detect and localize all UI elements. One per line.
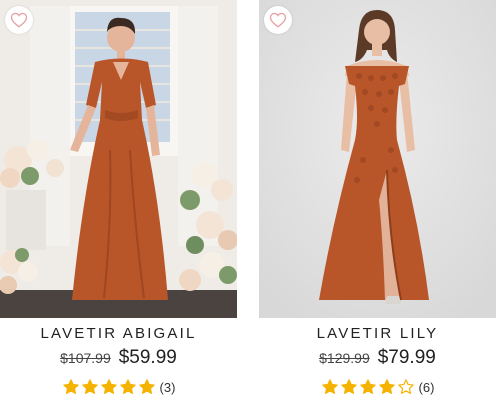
price-block: $107.99 $59.99 [0, 347, 237, 369]
star-rating[interactable]: (6) [259, 378, 496, 396]
favorite-button[interactable] [264, 6, 292, 34]
original-price: $129.99 [319, 350, 370, 366]
heart-outline-icon [269, 12, 287, 28]
product-name[interactable]: LAVETIR ABIGAIL [0, 325, 237, 342]
star-filled-icon [119, 378, 137, 396]
star-filled-icon [81, 378, 99, 396]
star-filled-icon [138, 378, 156, 396]
star-rating[interactable]: (3) [0, 378, 237, 396]
product-image-lily[interactable] [259, 0, 496, 318]
star-filled-icon [100, 378, 118, 396]
product-grid: LAVETIR ABIGAIL $107.99 $59.99 (3) LAVET… [0, 0, 498, 407]
review-count[interactable]: (6) [419, 380, 435, 395]
star-filled-icon [359, 378, 377, 396]
product-card-lily[interactable]: LAVETIR LILY $129.99 $79.99 (6) [259, 0, 496, 407]
review-count[interactable]: (3) [160, 380, 176, 395]
heart-outline-icon [10, 12, 28, 28]
product-name[interactable]: LAVETIR LILY [259, 325, 496, 342]
sale-price: $79.99 [377, 347, 436, 368]
star-filled-icon [378, 378, 396, 396]
star-filled-icon [62, 378, 80, 396]
price-block: $129.99 $79.99 [259, 347, 496, 369]
star-filled-icon [340, 378, 358, 396]
favorite-button[interactable] [5, 6, 33, 34]
star-filled-icon [321, 378, 339, 396]
sale-price: $59.99 [118, 347, 177, 368]
product-image-abigail[interactable] [0, 0, 237, 318]
original-price: $107.99 [60, 350, 111, 366]
star-outline-icon [397, 378, 415, 396]
product-card-abigail[interactable]: LAVETIR ABIGAIL $107.99 $59.99 (3) [0, 0, 237, 407]
